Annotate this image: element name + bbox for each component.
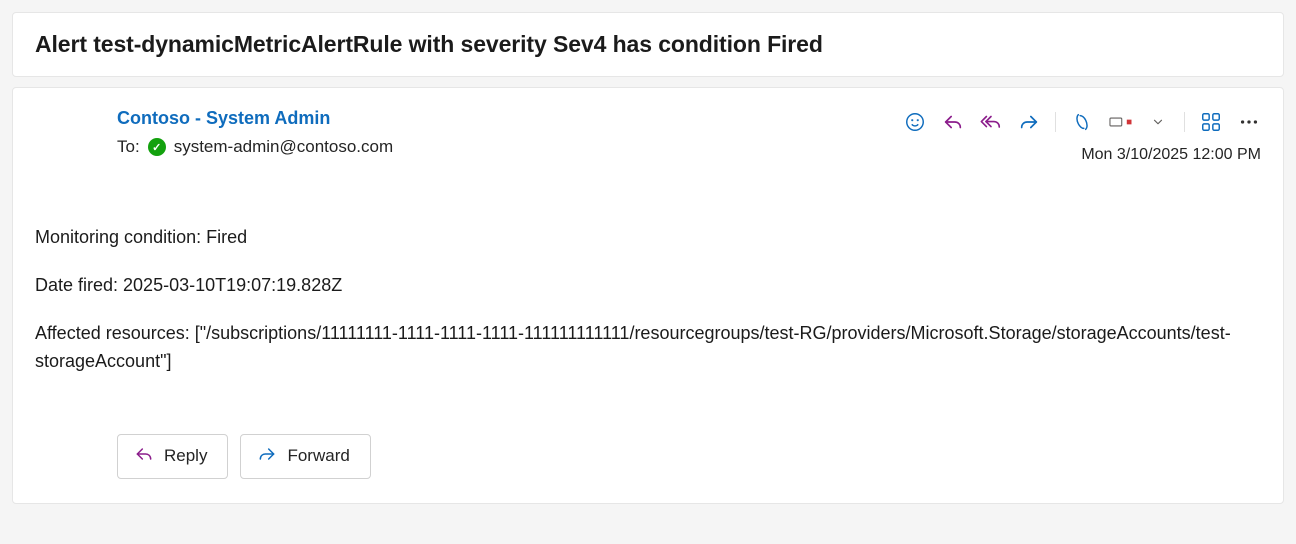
presence-available-icon — [148, 138, 166, 156]
forward-label: Forward — [287, 446, 349, 466]
reply-label: Reply — [164, 446, 207, 466]
reply-icon[interactable] — [941, 110, 965, 134]
body-line-affected: Affected resources: ["/subscriptions/111… — [35, 320, 1261, 376]
to-label: To: — [117, 137, 140, 157]
body-line-condition: Monitoring condition: Fired — [35, 224, 1261, 252]
subject-bar: Alert test-dynamicMetricAlertRule with s… — [12, 12, 1284, 77]
body-line-date-fired: Date fired: 2025-03-10T19:07:19.828Z — [35, 272, 1261, 300]
forward-icon[interactable] — [1017, 110, 1041, 134]
sender-name[interactable]: Contoso - System Admin — [117, 108, 393, 129]
reply-arrow-icon — [134, 444, 154, 469]
recipient-address[interactable]: system-admin@contoso.com — [174, 137, 393, 157]
actions-block: Mon 3/10/2025 12:00 PM — [903, 108, 1261, 164]
recipient-row: To: system-admin@contoso.com — [117, 137, 393, 157]
toolbar-separator — [1184, 112, 1185, 132]
sender-block: Contoso - System Admin To: system-admin@… — [35, 108, 393, 157]
reply-button[interactable]: Reply — [117, 434, 228, 479]
read-toggle-icon[interactable] — [1108, 110, 1132, 134]
copilot-icon[interactable] — [1070, 110, 1094, 134]
apps-icon[interactable] — [1199, 110, 1223, 134]
forward-arrow-icon — [257, 444, 277, 469]
toolbar — [903, 110, 1261, 134]
forward-button[interactable]: Forward — [240, 434, 370, 479]
action-buttons: Reply Forward — [35, 434, 1261, 479]
timestamp: Mon 3/10/2025 12:00 PM — [1081, 146, 1261, 164]
react-icon[interactable] — [903, 110, 927, 134]
toolbar-separator — [1055, 112, 1056, 132]
more-icon[interactable] — [1237, 110, 1261, 134]
reply-all-icon[interactable] — [979, 110, 1003, 134]
message-body: Monitoring condition: Fired Date fired: … — [35, 224, 1261, 376]
message-header: Contoso - System Admin To: system-admin@… — [35, 108, 1261, 164]
message-pane: Contoso - System Admin To: system-admin@… — [12, 87, 1284, 504]
email-subject: Alert test-dynamicMetricAlertRule with s… — [35, 31, 1261, 58]
chevron-down-icon[interactable] — [1146, 110, 1170, 134]
